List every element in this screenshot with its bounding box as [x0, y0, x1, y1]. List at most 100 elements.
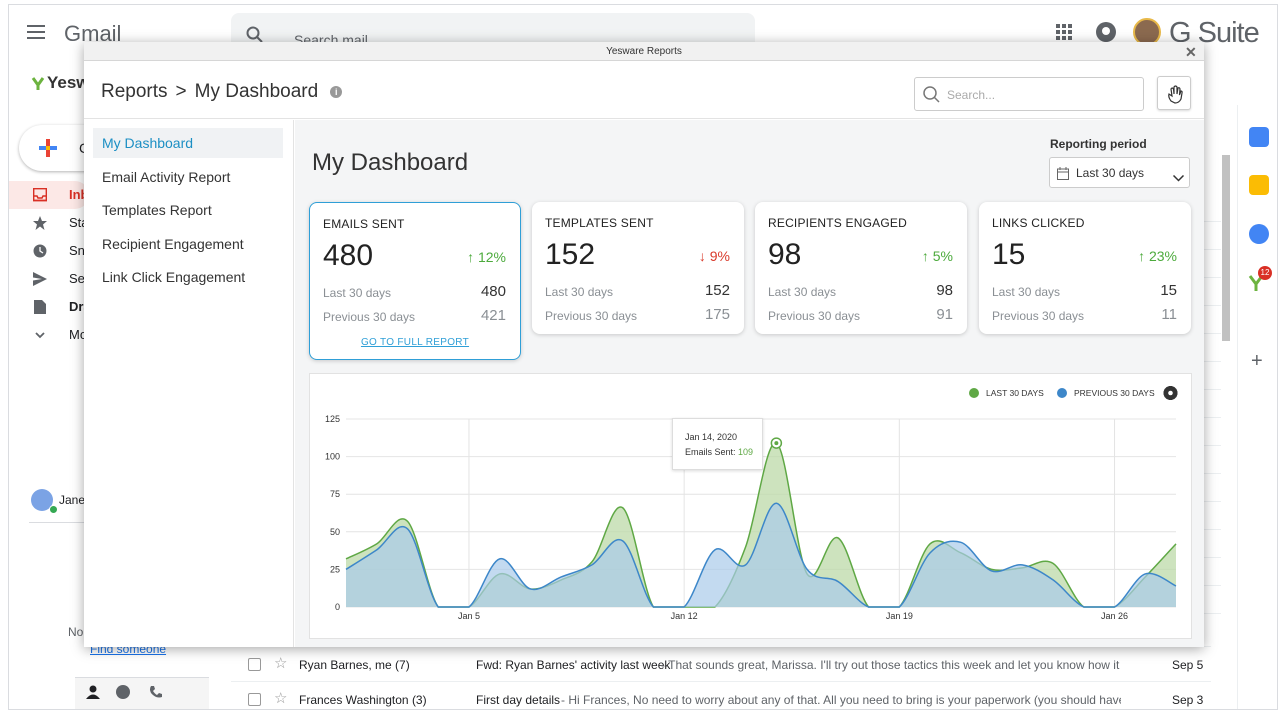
reporting-period-value: Last 30 days — [1076, 166, 1145, 180]
person-icon[interactable] — [86, 685, 100, 704]
stat-card[interactable]: EMAILS SENT 480 ↑ 12% Last 30 days 480 Previo… — [309, 202, 521, 360]
stat-card[interactable]: TEMPLATES SENT 152 ↓ 9% Last 30 days 152 Prev… — [532, 202, 744, 334]
menu-icon[interactable] — [25, 23, 47, 41]
legend-label: LAST 30 DAYS — [986, 388, 1044, 398]
y-tick-label: 50 — [330, 527, 340, 537]
card-title: LINKS CLICKED — [992, 216, 1085, 230]
email-snippet-text: Hi Frances, No need to worry about any o… — [568, 693, 1121, 707]
x-tick-label: Jan 19 — [886, 611, 913, 621]
chart-tooltip: Jan 14, 2020 Emails Sent: 109 — [672, 418, 763, 470]
card-delta: ↑ 23% — [1138, 248, 1177, 264]
card-period-value: 152 — [704, 282, 730, 299]
legend-marker — [969, 388, 979, 398]
sidebar-item[interactable]: Link Click Engagement — [93, 262, 283, 292]
hand-icon — [1168, 85, 1183, 104]
card-delta: ↑ 5% — [921, 248, 953, 264]
email-sender: Ryan Barnes, me (7) — [299, 658, 410, 672]
full-report-link[interactable]: GO TO FULL REPORT — [310, 337, 520, 348]
sidebar-item[interactable]: My Dashboard — [93, 128, 283, 158]
online-dot — [49, 505, 58, 514]
report-sidebar: My Dashboard Email Activity Report Templat… — [84, 120, 294, 647]
breadcrumb-current: My Dashboard — [194, 81, 319, 102]
star-icon[interactable]: ☆ — [274, 689, 287, 707]
sidebar-item[interactable]: Templates Report — [93, 195, 283, 225]
tasks-icon[interactable] — [1249, 224, 1269, 244]
send-icon — [33, 272, 47, 286]
card-prev-value: 421 — [480, 307, 506, 324]
sidebar-item[interactable]: Email Activity Report — [93, 162, 283, 192]
addon-badge: 12 — [1258, 266, 1272, 280]
page-title: My Dashboard — [312, 149, 469, 176]
activity-chart: 0 25 50 75 100 125 Jan 5 Jan 12 Jan 19 Jan 26 LAST… — [309, 373, 1192, 639]
row-checkbox[interactable] — [248, 658, 261, 671]
notifications-icon[interactable] — [1096, 22, 1116, 42]
no-chats-text: No — [68, 625, 84, 639]
yesware-reports-modal: Yesware Reports ✕ Reports > My Dashboard… — [84, 42, 1204, 647]
app-window: Gmail Search mail G Suite Yesw Co InbSta… — [8, 4, 1278, 710]
card-value: 98 — [768, 238, 802, 271]
card-prev-value: 91 — [936, 306, 953, 323]
tooltip-label: Emails Sent: — [685, 447, 736, 457]
card-title: RECIPIENTS ENGAGED — [768, 216, 907, 230]
sidebar-item[interactable]: Recipient Engagement — [93, 229, 283, 259]
breadcrumb-reports[interactable]: Reports — [101, 81, 168, 103]
star-icon[interactable]: ☆ — [274, 654, 287, 672]
report-search-input[interactable]: Search... — [914, 77, 1144, 111]
hangouts-user-name[interactable]: Jane — [59, 493, 85, 507]
calendar-icon — [1057, 167, 1069, 185]
row-checkbox[interactable] — [248, 693, 261, 706]
search-placeholder: Search... — [947, 88, 996, 102]
info-icon[interactable]: i — [330, 86, 343, 98]
close-icon[interactable]: ✕ — [1185, 44, 1197, 61]
star-icon — [33, 216, 47, 230]
x-tick-label: Jan 26 — [1101, 611, 1128, 621]
calendar-icon[interactable] — [1249, 127, 1269, 147]
phone-icon[interactable] — [149, 685, 163, 704]
card-prev-value: 175 — [704, 306, 730, 323]
email-row[interactable]: ☆ Frances Washington (3) First day details… — [231, 681, 1211, 709]
stat-card[interactable]: RECIPIENTS ENGAGED 98 ↑ 5% Last 30 days 98 Pr… — [755, 202, 967, 334]
reporting-period-select[interactable]: Last 30 days — [1049, 157, 1190, 188]
card-period-label: Last 30 days — [545, 285, 614, 299]
y-tick-label: 125 — [325, 414, 340, 424]
yesware-logo-icon — [31, 77, 45, 90]
divider — [29, 522, 89, 523]
card-period-value: 98 — [936, 282, 953, 299]
card-prev-label: Previous 30 days — [323, 310, 416, 324]
y-tick-label: 0 — [335, 602, 340, 612]
clock-icon — [33, 244, 47, 258]
card-prev-label: Previous 30 days — [992, 309, 1085, 323]
x-tick-label: Jan 5 — [458, 611, 480, 621]
keep-icon[interactable] — [1249, 175, 1269, 195]
card-value: 152 — [545, 238, 596, 271]
y-tick-label: 100 — [325, 452, 340, 462]
add-addon-icon[interactable]: + — [1251, 350, 1263, 373]
file-icon — [33, 300, 47, 314]
card-delta: ↓ 9% — [698, 248, 730, 264]
card-prev-value: 11 — [1161, 306, 1177, 323]
email-row[interactable]: ☆ Ryan Barnes, me (7) Fwd: Ryan Barnes' ac… — [231, 646, 1211, 680]
settings-gear-icon[interactable] — [1163, 385, 1178, 401]
card-prev-label: Previous 30 days — [768, 309, 861, 323]
reporting-period-label: Reporting period — [1050, 137, 1147, 151]
scrollbar[interactable] — [1222, 155, 1230, 341]
tooltip-date: Jan 14, 2020 — [685, 432, 738, 442]
email-date: Sep 3 — [1172, 693, 1204, 707]
email-snippet-text: That sounds great, Marissa. I'll try out… — [668, 658, 1121, 672]
card-period-label: Last 30 days — [323, 286, 392, 300]
plus-icon — [39, 139, 57, 162]
card-title: TEMPLATES SENT — [545, 216, 654, 230]
wave-hand-button[interactable] — [1157, 76, 1191, 110]
tooltip-metric: Emails Sent: 109 — [685, 447, 753, 457]
breadcrumb: Reports > My Dashboard i — [101, 81, 343, 103]
y-tick-label: 75 — [330, 489, 340, 499]
legend-marker — [1057, 388, 1067, 398]
email-date: Sep 5 — [1172, 658, 1204, 672]
modal-header: Reports > My Dashboard i Search... — [84, 61, 1204, 119]
hangouts-icon[interactable] — [116, 685, 130, 699]
stat-card[interactable]: LINKS CLICKED 15 ↑ 23% Last 30 days 15 Previo… — [979, 202, 1191, 334]
gmail-nav-label: Se — [69, 271, 85, 286]
right-rail — [1237, 105, 1277, 709]
email-snippet: - That sounds great, Marissa. I'll try o… — [661, 658, 1121, 672]
card-value: 15 — [992, 238, 1026, 271]
